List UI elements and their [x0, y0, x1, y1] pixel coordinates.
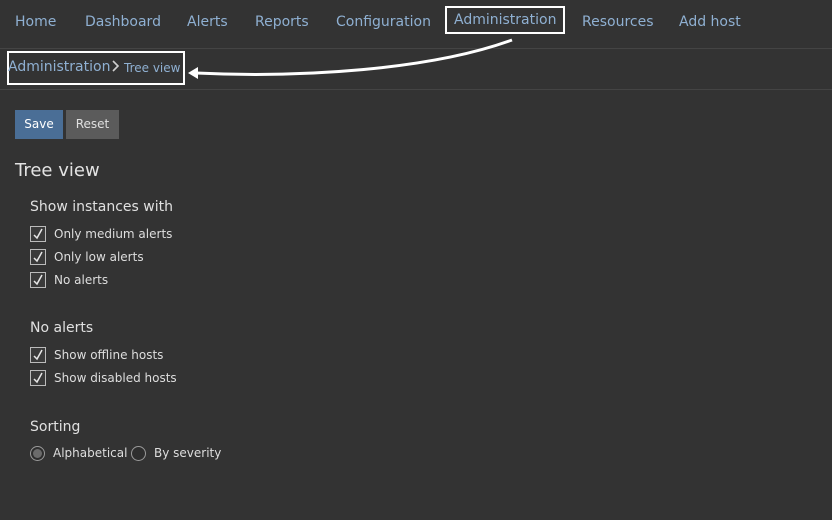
check-icon: [33, 228, 43, 240]
top-navigation: Home Dashboard Alerts Reports Configurat…: [0, 0, 832, 49]
checkbox-checked[interactable]: [30, 347, 46, 363]
reset-button[interactable]: Reset: [66, 110, 119, 139]
checkbox-show-disabled-hosts[interactable]: Show disabled hosts: [30, 369, 177, 387]
no-alerts-heading: No alerts: [30, 320, 94, 336]
checkbox-checked[interactable]: [30, 370, 46, 386]
nav-alerts[interactable]: Alerts: [187, 14, 228, 30]
nav-dashboard[interactable]: Dashboard: [85, 14, 161, 30]
nav-resources[interactable]: Resources: [582, 14, 654, 30]
checkbox-only-low-alerts[interactable]: Only low alerts: [30, 248, 144, 266]
page-title: Tree view: [15, 160, 100, 181]
radio-by-severity[interactable]: By severity: [131, 444, 221, 462]
breadcrumb-administration-link[interactable]: Administration: [8, 59, 110, 75]
chevron-right-icon: [112, 60, 120, 72]
checkbox-label: Only medium alerts: [54, 227, 173, 241]
checkbox-label: Show disabled hosts: [54, 371, 177, 385]
radio-label: By severity: [154, 446, 222, 460]
check-icon: [33, 274, 43, 286]
nav-configuration[interactable]: Configuration: [336, 14, 431, 30]
nav-home[interactable]: Home: [15, 14, 56, 30]
breadcrumb: Administration Tree view: [0, 49, 832, 90]
radio-dot: [33, 448, 42, 458]
checkbox-checked[interactable]: [30, 226, 46, 242]
radio-label: Alphabetical: [53, 446, 128, 460]
checkbox-only-medium-alerts[interactable]: Only medium alerts: [30, 225, 172, 243]
save-button[interactable]: Save: [15, 110, 63, 139]
breadcrumb-current: Tree view: [124, 61, 181, 75]
nav-add-host[interactable]: Add host: [679, 14, 741, 30]
radio-unselected[interactable]: [131, 445, 146, 461]
checkbox-label: No alerts: [54, 273, 109, 287]
check-icon: [33, 372, 43, 384]
show-instances-heading: Show instances with: [30, 199, 173, 215]
sorting-heading: Sorting: [30, 419, 81, 435]
checkbox-checked[interactable]: [30, 249, 46, 265]
radio-alphabetical[interactable]: Alphabetical: [30, 444, 127, 462]
checkbox-label: Only low alerts: [54, 250, 144, 264]
nav-administration[interactable]: Administration: [445, 6, 566, 34]
checkbox-no-alerts[interactable]: No alerts: [30, 271, 108, 289]
check-icon: [33, 349, 43, 361]
checkbox-checked[interactable]: [30, 272, 46, 288]
nav-reports[interactable]: Reports: [255, 14, 309, 30]
check-icon: [33, 251, 43, 263]
checkbox-show-offline-hosts[interactable]: Show offline hosts: [30, 346, 163, 364]
checkbox-label: Show offline hosts: [54, 348, 164, 362]
radio-selected[interactable]: [30, 445, 45, 461]
